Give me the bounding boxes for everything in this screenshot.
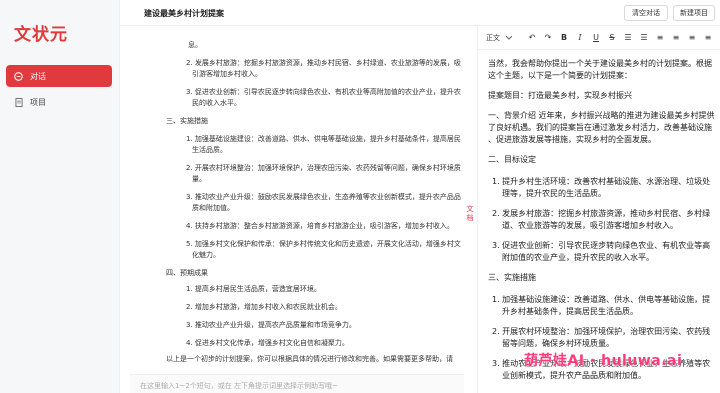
message-line: 3. 促进农业创新：引导农民逐步转向绿色农业、有机农业等高附加值的农业产业，提升…: [186, 88, 461, 96]
message-line: 以上是一个初步的计划提案，你可以根据具体的情况进行修改和完善。如果需要更多帮助，…: [166, 355, 453, 363]
message-line: 量。: [192, 175, 206, 183]
redo-icon[interactable]: ↷: [540, 30, 556, 46]
chevron-down-icon: [506, 35, 512, 40]
doc-line: 2. 发展乡村旅游：挖掘乡村旅游资源，推动乡村民宿、乡村绿: [492, 209, 711, 218]
doc-line: 升乡村基础条件，提高居民生活品质。: [502, 307, 638, 316]
message-line: 3. 推动农业产业升级，提高农产品质量和市场竞争力。: [186, 321, 356, 329]
bullet-list-icon[interactable]: ☰: [636, 30, 652, 46]
doc-line: 三、实施措施: [488, 273, 536, 282]
sidebar-item-label: 项目: [30, 97, 46, 107]
align-left-icon[interactable]: ≡: [652, 30, 668, 46]
bold-icon[interactable]: B: [556, 30, 572, 46]
doc-line: 一、背景介绍 近年来，乡村振兴战略的推进为建设最美乡村提供: [488, 111, 715, 120]
chat-message: 息。 2. 发展乡村旅游：挖掘乡村旅游资源，推动乡村民宿、乡村绿道、农业旅游等的…: [150, 26, 466, 366]
message-line: 四、预期成果: [166, 269, 208, 277]
app-logo[interactable]: 文状元: [14, 20, 68, 45]
doc-line: 3. 促进农业创新：引导农民逐步转向绿色农业、有机农业等高: [492, 241, 711, 250]
document-body[interactable]: 当然，我会帮助你提出一个关于建设最美乡村的计划提案。根据 这个主题，以下是一个简…: [488, 58, 718, 393]
document-icon: [14, 97, 23, 107]
doc-line: 当然，我会帮助你提出一个关于建设最美乡村的计划提案。根据: [488, 59, 712, 68]
doc-line: 这个主题，以下是一个简要的计划提案：: [488, 71, 632, 80]
message-line: 4. 扶持乡村旅游：整合乡村旅游资源，培育乡村旅游企业，吸引游客，增加乡村收入。: [186, 222, 454, 230]
document-editor: 正文 ↶ ↷ B I U S ☰ ☰ ≡ ≡ ≡ ≡ 当然，我会帮助你提出一个关…: [477, 26, 720, 393]
doc-line: 2. 开展农村环境整治：加强环境保护，治理农田污染、农药残: [492, 327, 711, 336]
message-line: 民的收入水平。: [192, 99, 241, 107]
doc-line: 理等，提升农民的生活品质。: [502, 189, 606, 198]
message-line: 5. 加强乡村文化保护和传承：保护乡村传统文化和历史遗迹，开展文化活动，增强乡村…: [186, 240, 461, 248]
doc-line: 道、农业旅游等的发展，吸引游客增加乡村收入。: [502, 221, 678, 230]
message-line: 生活品质。: [192, 146, 227, 154]
document-panel-tab[interactable]: 文档: [465, 205, 475, 235]
message-line: 2. 开展农村环境整治：加强环境保护，治理农田污染、农药残留等问题，确保乡村环境…: [186, 164, 461, 172]
message-line: 引游客增加乡村收入。: [192, 70, 262, 78]
message-line: 3. 推动农业产业升级：鼓励农民发展绿色农业，生态养殖等农业创新模式，提升农产品…: [186, 193, 461, 201]
doc-line: 了良好机遇。我们的提案旨在通过激发乡村活力，改善基础设施: [488, 123, 712, 132]
new-project-button[interactable]: 新建项目: [673, 5, 715, 21]
sidebar: 文状元 对话 项目: [0, 0, 120, 393]
message-line: 2. 增加乡村旅游，增加乡村收入和农民就业机会。: [186, 303, 342, 311]
message-line: 2. 发展乡村旅游：挖掘乡村旅游资源，推动乡村民宿、乡村绿道、农业旅游等的发展，…: [186, 59, 461, 67]
align-right-icon[interactable]: ≡: [684, 30, 700, 46]
doc-line: 业创新模式，提升农产品品质和附加值。: [502, 371, 646, 380]
top-bar: 建设最美乡村计划提案 清空对话 新建项目: [120, 0, 720, 26]
editor-toolbar: 正文 ↶ ↷ B I U S ☰ ☰ ≡ ≡ ≡ ≡: [478, 26, 720, 50]
doc-line: 1. 提升乡村生活环境：改善农村基础设施、水源治理、垃圾处: [492, 177, 711, 186]
message-line: 1. 加强基础设施建设：改善道路、供水、供电等基础设施，提升乡村基础条件，提高居…: [186, 135, 461, 143]
message-line: 息。: [188, 41, 202, 49]
sidebar-item-label: 对话: [30, 71, 46, 81]
sidebar-item-project[interactable]: 项目: [6, 91, 112, 113]
doc-line: 1. 加强基础设施建设：改善道路、供水、供电等基础设施，提: [492, 295, 711, 304]
doc-line: 附加值的农业产业，提升农民的收入水平。: [502, 253, 654, 262]
underline-icon[interactable]: U: [588, 30, 604, 46]
sidebar-item-chat[interactable]: 对话: [6, 65, 112, 87]
italic-icon[interactable]: I: [572, 30, 588, 46]
clear-chat-button[interactable]: 清空对话: [624, 5, 668, 21]
message-line: 4. 促进乡村文化传承，增强乡村文化自信和凝聚力。: [186, 339, 349, 347]
align-justify-icon[interactable]: ≡: [700, 30, 716, 46]
message-line: 1. 提高乡村居民生活品质，营造宜居环境。: [186, 285, 321, 293]
doc-line: 提案题目：打造最美乡村，实现乡村振兴: [488, 91, 632, 100]
message-line: 质和附加值。: [192, 204, 234, 212]
chat-input[interactable]: 在这里输入1~2个短句，或在 左下角提示词里选择示例助写哦~: [130, 374, 464, 393]
page-title: 建设最美乡村计划提案: [144, 9, 224, 18]
doc-line: 二、目标设定: [488, 155, 536, 164]
align-center-icon[interactable]: ≡: [668, 30, 684, 46]
strikethrough-icon[interactable]: S: [604, 30, 620, 46]
paragraph-style-select[interactable]: 正文: [486, 33, 524, 43]
message-line: 三、实施措施: [166, 117, 208, 125]
undo-icon[interactable]: ↶: [524, 30, 540, 46]
ordered-list-icon[interactable]: ☰: [620, 30, 636, 46]
watermark: 葫芦娃AI · huluwa.ai: [524, 353, 683, 369]
message-line: 化魅力。: [192, 251, 220, 259]
doc-line: 留等问题，确保乡村环境质量。: [502, 339, 614, 348]
chat-bubble-icon: [14, 71, 23, 81]
doc-line: 、促进旅游发展等措施，实现乡村的全面发展。: [488, 135, 656, 144]
